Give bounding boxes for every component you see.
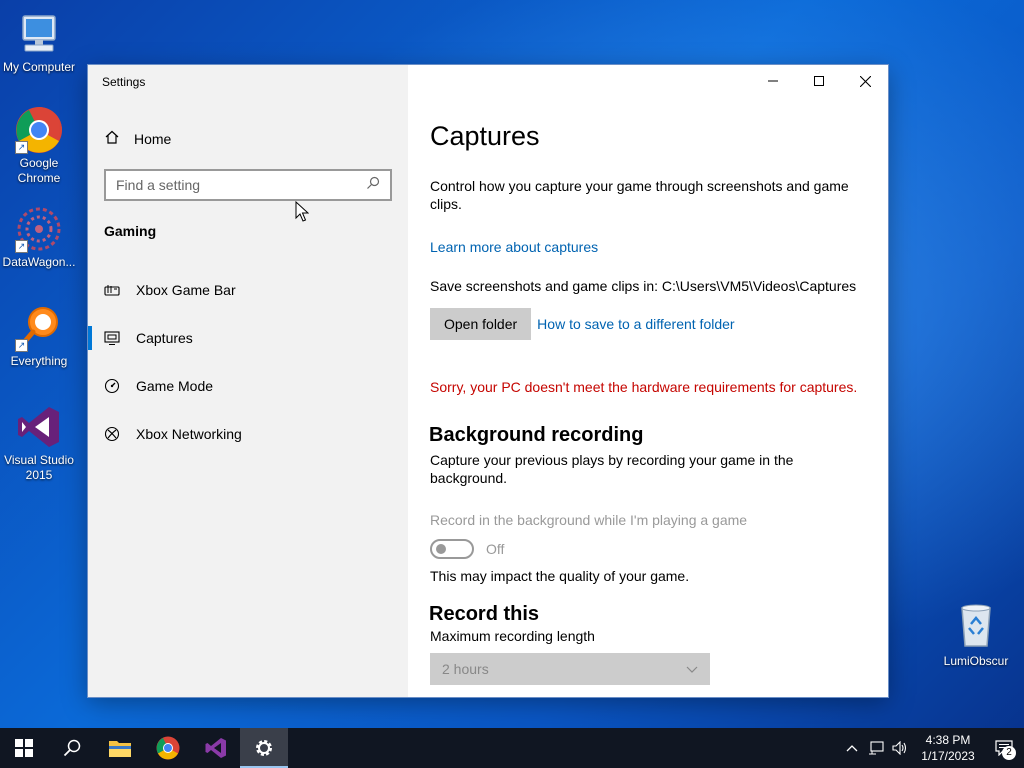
network-icon bbox=[869, 741, 884, 755]
gear-icon bbox=[256, 740, 272, 756]
nav-list: Xbox Game Bar Captures Game Mode Xbox Ne… bbox=[88, 266, 408, 458]
speaker-icon bbox=[892, 741, 907, 755]
window-title: Settings bbox=[102, 75, 146, 89]
shortcut-arrow-icon: ↗ bbox=[15, 141, 28, 154]
background-recording-heading: Background recording bbox=[429, 424, 644, 446]
search-icon bbox=[366, 176, 380, 195]
visual-studio-icon bbox=[15, 403, 63, 451]
desktop-icon-everything[interactable]: ↗ Everything bbox=[0, 304, 78, 369]
toggle-state-text: Off bbox=[486, 541, 505, 557]
windows-logo-icon bbox=[15, 739, 33, 757]
datawagon-icon: ↗ bbox=[15, 205, 63, 253]
taskbar-chrome[interactable] bbox=[144, 728, 192, 768]
nav-item-label: Captures bbox=[136, 330, 193, 346]
folder-actions: Open folder How to save to a different f… bbox=[430, 308, 735, 340]
mouse-cursor-icon bbox=[295, 200, 310, 228]
learn-more-link[interactable]: Learn more about captures bbox=[430, 239, 598, 255]
shortcut-arrow-icon: ↗ bbox=[15, 339, 28, 352]
impact-note: This may impact the quality of your game… bbox=[430, 568, 690, 584]
different-folder-link[interactable]: How to save to a different folder bbox=[537, 316, 734, 332]
desktop-icon-my-computer[interactable]: My Computer bbox=[0, 10, 78, 75]
desktop-icon-label: Everything bbox=[10, 354, 68, 368]
visual-studio-icon bbox=[205, 738, 226, 758]
nav-home-label: Home bbox=[134, 130, 172, 147]
start-button[interactable] bbox=[0, 728, 48, 768]
settings-window: Settings Home Gaming Xbox Game Bar bbox=[88, 65, 888, 697]
captures-icon bbox=[104, 330, 120, 346]
taskbar-visual-studio[interactable] bbox=[192, 728, 240, 768]
tray-network[interactable] bbox=[864, 728, 888, 768]
nav-item-xbox-game-bar[interactable]: Xbox Game Bar bbox=[88, 266, 408, 314]
desktop-icon-label: Visual Studio 2015 bbox=[4, 453, 74, 482]
taskbar-settings[interactable] bbox=[240, 728, 288, 768]
xbox-icon bbox=[104, 426, 120, 442]
nav-item-captures[interactable]: Captures bbox=[88, 314, 408, 362]
record-this-heading: Record this bbox=[429, 603, 540, 625]
chevron-up-icon bbox=[846, 745, 858, 752]
home-icon bbox=[104, 129, 120, 148]
desktop-icon-recycle-bin[interactable]: LumiObscur bbox=[936, 602, 1016, 668]
taskbar-file-explorer[interactable] bbox=[96, 728, 144, 768]
desktop-icon-label: DataWagon... bbox=[2, 255, 76, 269]
taskbar-search-button[interactable] bbox=[48, 728, 96, 768]
toggle-knob bbox=[436, 544, 446, 554]
folder-icon bbox=[109, 741, 131, 757]
hardware-error-message: Sorry, your PC doesn't meet the hardware… bbox=[430, 379, 858, 395]
nav-item-game-mode[interactable]: Game Mode bbox=[88, 362, 408, 410]
nav-home[interactable]: Home bbox=[104, 129, 171, 148]
taskbar: 4:38 PM 1/17/2023 2 bbox=[0, 728, 1024, 768]
recycle-bin-icon bbox=[952, 602, 1000, 650]
desktop-icon-chrome[interactable]: ↗ Google Chrome bbox=[0, 106, 78, 186]
chrome-icon: ↗ bbox=[15, 106, 63, 154]
settings-search-input[interactable] bbox=[116, 177, 356, 193]
background-record-toggle-label: Record in the background while I'm playi… bbox=[430, 512, 748, 528]
game-mode-icon bbox=[104, 378, 120, 394]
nav-section-title: Gaming bbox=[104, 223, 157, 239]
everything-search-icon: ↗ bbox=[15, 304, 63, 352]
taskbar-clock[interactable]: 4:38 PM 1/17/2023 bbox=[912, 732, 984, 764]
desktop-icon-visual-studio[interactable]: Visual Studio 2015 bbox=[0, 403, 78, 483]
max-recording-length-label: Maximum recording length bbox=[430, 628, 595, 644]
computer-icon bbox=[15, 10, 63, 58]
nav-item-label: Xbox Networking bbox=[136, 426, 242, 442]
search-icon bbox=[63, 739, 81, 757]
notification-count-badge: 2 bbox=[1002, 746, 1016, 760]
nav-item-label: Game Mode bbox=[136, 378, 214, 394]
nav-item-xbox-networking[interactable]: Xbox Networking bbox=[88, 410, 408, 458]
save-path-text: Save screenshots and game clips in: C:\U… bbox=[430, 278, 857, 294]
clock-time: 4:38 PM bbox=[925, 733, 971, 747]
dropdown-value: 2 hours bbox=[442, 661, 489, 677]
action-center-button[interactable]: 2 bbox=[984, 728, 1024, 768]
nav-item-label: Xbox Game Bar bbox=[136, 282, 236, 298]
settings-search-box[interactable] bbox=[104, 169, 392, 201]
clock-date: 1/17/2023 bbox=[921, 749, 975, 763]
desktop-icon-label: My Computer bbox=[2, 60, 76, 74]
game-bar-icon bbox=[104, 282, 120, 298]
tray-chevron-up[interactable] bbox=[840, 728, 864, 768]
max-recording-length-dropdown[interactable]: 2 hours bbox=[430, 653, 710, 685]
captures-content: Captures Control how you capture your ga… bbox=[429, 65, 870, 697]
open-folder-button[interactable]: Open folder bbox=[430, 308, 532, 340]
background-record-toggle[interactable] bbox=[430, 539, 474, 559]
chevron-down-icon bbox=[686, 661, 698, 677]
tray-volume[interactable] bbox=[888, 728, 912, 768]
system-tray: 4:38 PM 1/17/2023 2 bbox=[840, 728, 1024, 768]
shortcut-arrow-icon: ↗ bbox=[15, 240, 28, 253]
recycle-bin-label: LumiObscur bbox=[943, 654, 1009, 668]
settings-nav-pane: Settings Home Gaming Xbox Game Bar bbox=[88, 65, 408, 697]
background-recording-description: Capture your previous plays by recording… bbox=[430, 452, 794, 486]
page-title: Captures bbox=[430, 121, 540, 151]
background-record-toggle-row: Off bbox=[430, 539, 504, 559]
chrome-icon bbox=[156, 736, 180, 760]
desktop-icon-label: Google Chrome bbox=[17, 156, 61, 185]
desktop-icon-datawagon[interactable]: ↗ DataWagon... bbox=[0, 205, 78, 270]
captures-description: Control how you capture your game throug… bbox=[430, 178, 849, 212]
